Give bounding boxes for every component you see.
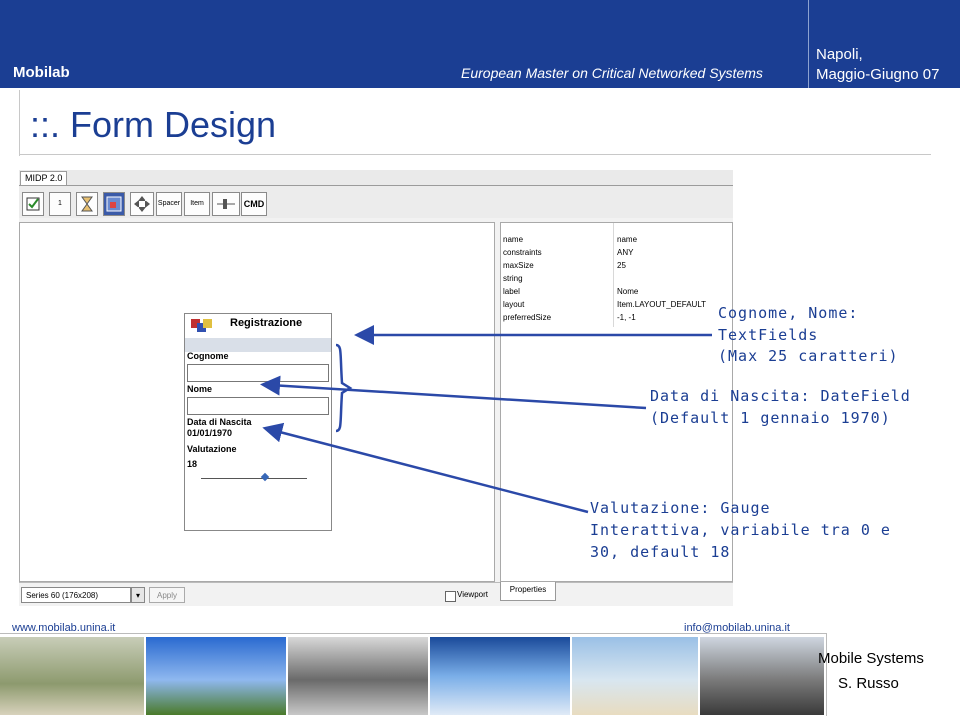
title-rule-horizontal xyxy=(19,154,931,155)
form-title: Registrazione xyxy=(230,317,303,329)
textbox-icon[interactable]: 1 xyxy=(49,192,71,216)
command-icon[interactable]: CMD xyxy=(241,192,267,216)
registration-logo-icon xyxy=(191,319,212,332)
spacer-icon[interactable]: Spacer xyxy=(156,192,182,216)
dates-label: Maggio-Giugno 07 xyxy=(816,66,940,83)
item-icon[interactable]: Item xyxy=(184,192,210,216)
gauge-icon[interactable] xyxy=(212,192,240,216)
nome-field[interactable] xyxy=(187,397,329,415)
design-canvas: Registrazione Cognome Nome Data di Nasci… xyxy=(19,222,495,582)
annotation-gauge-line1: Valutazione: Gauge xyxy=(590,499,771,517)
course-title: European Master on Critical Networked Sy… xyxy=(461,65,763,81)
annotation-gauge-line2: Interattiva, variabile tra 0 e xyxy=(590,521,891,539)
tab-midp[interactable]: MIDP 2.0 xyxy=(20,171,68,185)
hourglass-icon[interactable] xyxy=(76,192,98,216)
photo-person-laptop xyxy=(0,637,144,715)
photo-silhouette xyxy=(700,637,824,715)
cognome-label: Cognome xyxy=(187,351,229,361)
property-row[interactable]: layout Item.LAYOUT_DEFAULT xyxy=(501,298,732,311)
cognome-field[interactable] xyxy=(187,364,329,382)
viewport-checkbox[interactable] xyxy=(445,591,456,602)
tab-bar: MIDP 2.0 xyxy=(19,170,733,186)
footer-divider-vertical xyxy=(826,633,827,716)
property-row[interactable]: name name xyxy=(501,233,732,246)
date-field[interactable]: 01/01/1970 xyxy=(187,428,232,438)
annotation-textfields-line2: TextFields xyxy=(718,326,819,344)
device-select[interactable]: Series 60 (176x208) xyxy=(21,587,131,603)
city-label: Napoli, xyxy=(816,46,863,63)
date-label: Data di Nascita xyxy=(187,417,252,427)
photo-laptop-sky xyxy=(146,637,286,715)
gauge-track[interactable] xyxy=(201,478,307,479)
image-icon[interactable] xyxy=(103,192,125,216)
annotation-textfields-line1: Cognome, Nome: xyxy=(718,304,859,322)
header-divider xyxy=(808,0,809,88)
annotation-datefield-line2: (Default 1 gennaio 1970) xyxy=(650,409,891,427)
gauge-value: 18 xyxy=(187,459,198,469)
title-rule-vertical xyxy=(19,90,20,156)
slide-title: ::. Form Design xyxy=(30,104,277,145)
chevron-down-icon[interactable]: ▾ xyxy=(131,587,145,603)
property-row[interactable]: label Nome xyxy=(501,285,732,298)
move-icon[interactable] xyxy=(130,192,154,216)
property-row[interactable]: constraints ANY xyxy=(501,246,732,259)
gauge-thumb[interactable] xyxy=(260,472,269,482)
viewport-label: Viewport xyxy=(457,590,488,599)
annotation-datefield-line1: Data di Nascita: DateField xyxy=(650,387,911,405)
photo-laptop-water xyxy=(430,637,570,715)
checkbox-icon[interactable] xyxy=(22,192,44,216)
device-form: Registrazione Cognome Nome Data di Nasci… xyxy=(184,313,332,531)
palette-toolbar: 1 Spacer Item CMD xyxy=(19,186,733,218)
annotation-textfields-line3: (Max 25 caratteri) xyxy=(718,347,899,365)
course-name: Mobile Systems xyxy=(818,650,924,667)
gauge-label: Valutazione xyxy=(187,444,237,454)
property-row[interactable]: string xyxy=(501,272,732,285)
brand-label: Mobilab xyxy=(13,64,70,81)
nome-label: Nome xyxy=(187,384,213,394)
property-row[interactable]: maxSize 25 xyxy=(501,259,732,272)
apply-button[interactable]: Apply xyxy=(149,587,185,603)
form-header-strip xyxy=(185,338,331,352)
annotation-gauge-line3: 30, default 18 xyxy=(590,543,731,561)
property-row[interactable]: preferredSize -1, -1 xyxy=(501,311,732,324)
footer-divider xyxy=(0,633,826,634)
photo-beach xyxy=(572,637,698,715)
author-name: S. Russo xyxy=(838,675,899,692)
photo-pda xyxy=(288,637,428,715)
bracket-icon xyxy=(335,343,353,433)
tab-properties[interactable]: Properties xyxy=(500,582,556,601)
bottom-bar: Series 60 (176x208) ▾ Apply Viewport xyxy=(19,582,733,606)
ide-screenshot: MIDP 2.0 1 Spacer Item CMD Registrazione xyxy=(19,170,733,606)
